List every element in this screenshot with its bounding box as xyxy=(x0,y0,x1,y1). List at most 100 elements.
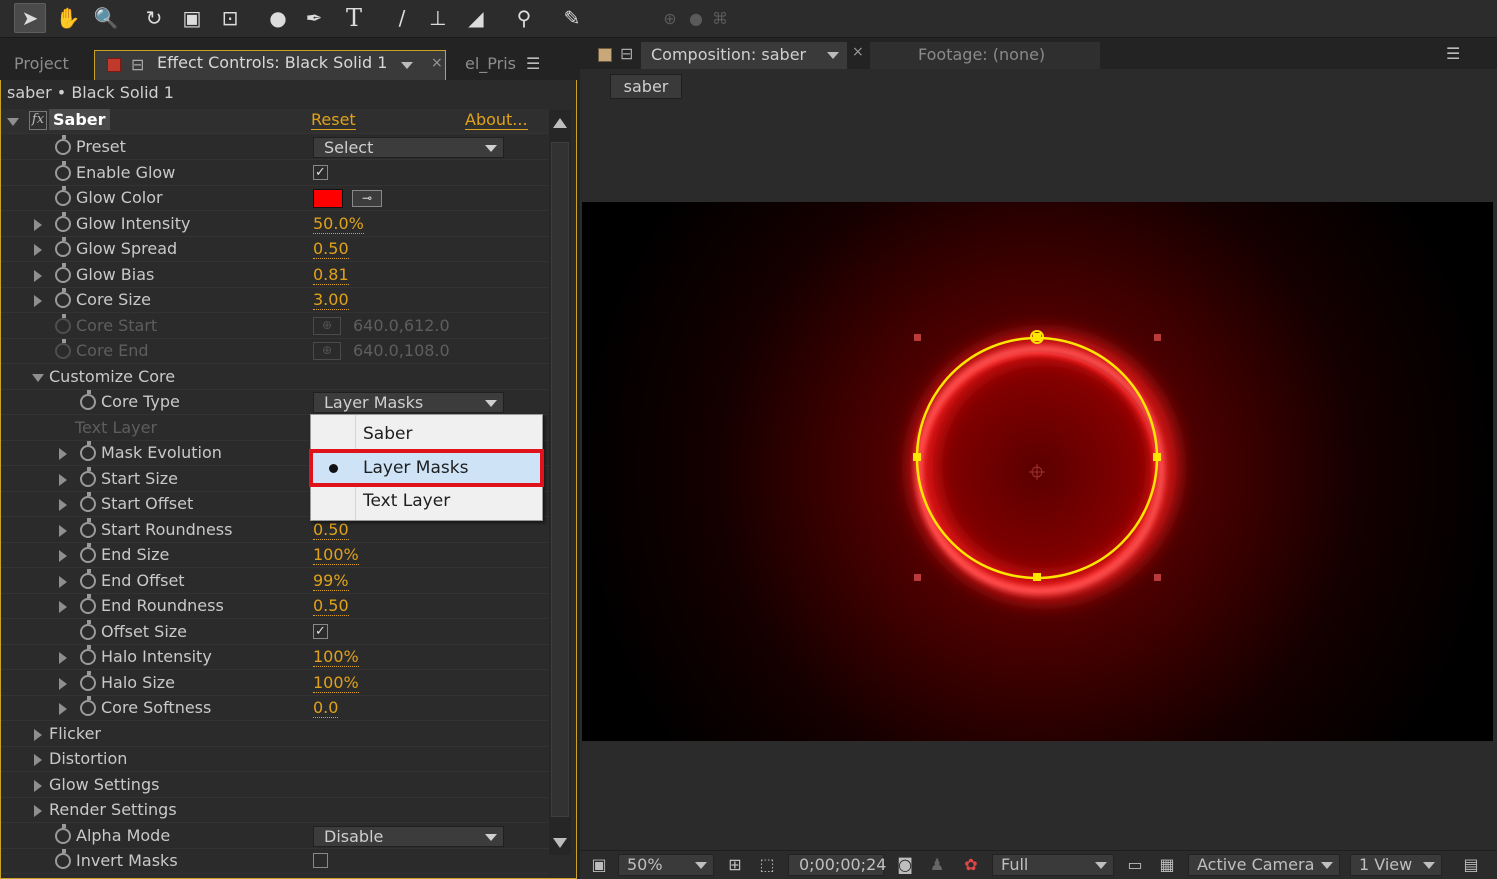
stopwatch-icon[interactable] xyxy=(55,237,71,257)
tab-project[interactable]: Project xyxy=(14,50,88,80)
always-preview-icon[interactable]: ▣ xyxy=(588,855,610,875)
expand-triangle-icon[interactable] xyxy=(34,219,42,231)
collapse-triangle-icon[interactable] xyxy=(32,374,44,382)
group-row-flicker[interactable]: Flicker xyxy=(1,722,549,747)
glow-color-swatch[interactable] xyxy=(313,189,343,208)
stopwatch-icon[interactable] xyxy=(80,671,96,691)
stopwatch-icon[interactable] xyxy=(80,467,96,487)
resolution-dropdown[interactable]: Full xyxy=(992,854,1114,876)
start-roundness-value[interactable]: 0.50 xyxy=(313,520,349,540)
stopwatch-icon[interactable] xyxy=(55,288,71,308)
ellipse-tool-icon[interactable]: ● xyxy=(262,3,294,33)
chevron-down-icon[interactable] xyxy=(401,62,413,69)
stopwatch-icon[interactable] xyxy=(55,186,71,206)
expand-triangle-icon[interactable] xyxy=(59,550,67,562)
stopwatch-icon[interactable] xyxy=(80,518,96,538)
scroll-down-arrow-icon[interactable] xyxy=(553,838,567,848)
core-size-value[interactable]: 3.00 xyxy=(313,290,349,310)
tab-other[interactable]: el_Pris xyxy=(465,50,525,80)
group-row-customize-core[interactable]: Customize Core xyxy=(1,365,549,390)
timecode-display[interactable]: 0;00;00;24 xyxy=(788,854,886,876)
stopwatch-icon[interactable] xyxy=(80,645,96,665)
panel-menu-icon[interactable]: ☰ xyxy=(1446,44,1460,63)
scroll-up-arrow-icon[interactable] xyxy=(553,118,567,128)
expand-triangle-icon[interactable] xyxy=(34,244,42,256)
expand-triangle-icon[interactable] xyxy=(34,780,42,792)
zoom-tool-icon[interactable]: 🔍 xyxy=(90,3,122,33)
stopwatch-icon[interactable] xyxy=(55,824,71,844)
type-tool-icon[interactable]: T xyxy=(338,3,370,33)
show-snapshot-icon[interactable]: ♟ xyxy=(926,855,948,875)
expand-triangle-icon[interactable] xyxy=(34,805,42,817)
expand-triangle-icon[interactable] xyxy=(59,499,67,511)
scroll-thumb[interactable] xyxy=(551,142,569,817)
glow-intensity-value[interactable]: 50.0% xyxy=(313,214,364,234)
transparency-grid-icon[interactable]: ▦ xyxy=(1156,855,1178,875)
composition-navigator-chip[interactable]: saber xyxy=(610,74,682,99)
brush-tool-icon[interactable]: / xyxy=(386,3,418,33)
core-softness-value[interactable]: 0.0 xyxy=(313,698,339,718)
preset-dropdown[interactable]: Select xyxy=(313,137,504,158)
end-offset-value[interactable]: 99% xyxy=(313,571,349,591)
selection-tool-icon[interactable]: ➤ xyxy=(14,3,46,33)
group-row-glow-settings[interactable]: Glow Settings xyxy=(1,773,549,798)
region-of-interest-icon[interactable]: ▭ xyxy=(1124,855,1146,875)
camera-view-dropdown[interactable]: Active Camera xyxy=(1188,854,1340,876)
safe-zones-icon[interactable]: ⊞ xyxy=(724,855,746,875)
end-roundness-value[interactable]: 0.50 xyxy=(313,596,349,616)
stopwatch-icon[interactable] xyxy=(80,543,96,563)
panel-menu-icon[interactable]: ☰ xyxy=(526,50,548,80)
expand-triangle-icon[interactable] xyxy=(59,474,67,486)
invert-masks-checkbox[interactable] xyxy=(313,853,328,868)
stopwatch-icon[interactable] xyxy=(55,263,71,283)
camera-orbit-tool-icon[interactable]: ▣ xyxy=(176,3,208,33)
vertical-scrollbar[interactable] xyxy=(549,110,571,855)
close-icon[interactable]: × xyxy=(852,44,864,60)
expand-triangle-icon[interactable] xyxy=(59,525,67,537)
view-layout-dropdown[interactable]: 1 View xyxy=(1350,854,1442,876)
lock-icon[interactable]: ⊟ xyxy=(131,51,144,79)
hand-tool-icon[interactable]: ✋ xyxy=(52,3,84,33)
view-axis-icon[interactable]: ⌘ xyxy=(704,3,736,33)
menu-item-saber[interactable]: Saber xyxy=(313,419,540,449)
collapse-triangle-icon[interactable] xyxy=(7,118,19,126)
glow-bias-value[interactable]: 0.81 xyxy=(313,265,349,285)
expand-triangle-icon[interactable] xyxy=(59,576,67,588)
core-type-dropdown[interactable]: Layer Masks xyxy=(313,392,504,413)
pan-behind-tool-icon[interactable]: ⊡ xyxy=(214,3,246,33)
menu-item-layer-masks[interactable]: Layer Masks xyxy=(309,449,544,487)
tab-footage[interactable]: Footage: (none) xyxy=(870,42,1100,69)
stopwatch-icon[interactable] xyxy=(80,492,96,512)
glow-spread-value[interactable]: 0.50 xyxy=(313,239,349,259)
halo-intensity-value[interactable]: 100% xyxy=(313,647,359,667)
camera-snapshot-icon[interactable]: ◙ xyxy=(894,855,916,875)
zoom-dropdown[interactable]: 50% xyxy=(618,854,714,876)
fx-icon[interactable]: fx xyxy=(29,111,47,130)
expand-triangle-icon[interactable] xyxy=(59,652,67,664)
puppet-pin-tool-icon[interactable]: ✎ xyxy=(556,3,588,33)
expand-triangle-icon[interactable] xyxy=(59,448,67,460)
expand-triangle-icon[interactable] xyxy=(34,754,42,766)
eraser-tool-icon[interactable]: ◢ xyxy=(460,3,492,33)
expand-triangle-icon[interactable] xyxy=(34,270,42,282)
expand-triangle-icon[interactable] xyxy=(34,295,42,307)
halo-size-value[interactable]: 100% xyxy=(313,673,359,693)
eyedropper-icon[interactable]: ⊸ xyxy=(352,190,382,207)
composition-viewer[interactable] xyxy=(582,202,1493,741)
close-icon[interactable]: × xyxy=(431,49,443,77)
expand-triangle-icon[interactable] xyxy=(34,729,42,741)
menu-item-text-layer[interactable]: Text Layer xyxy=(313,486,540,516)
stopwatch-icon[interactable] xyxy=(80,569,96,589)
effect-name[interactable]: Saber xyxy=(49,109,110,130)
stopwatch-icon[interactable] xyxy=(55,212,71,232)
chevron-down-icon[interactable] xyxy=(827,52,839,59)
group-row-render-settings[interactable]: Render Settings xyxy=(1,798,549,823)
reset-link[interactable]: Reset xyxy=(311,111,356,130)
end-size-value[interactable]: 100% xyxy=(313,545,359,565)
stopwatch-icon[interactable] xyxy=(80,620,96,640)
stopwatch-icon[interactable] xyxy=(80,441,96,461)
group-row-distortion[interactable]: Distortion xyxy=(1,747,549,772)
pixel-aspect-icon[interactable]: ▤ xyxy=(1460,855,1482,875)
channel-rgb-icon[interactable]: ✿ xyxy=(960,855,982,875)
about-link[interactable]: About... xyxy=(465,111,528,130)
